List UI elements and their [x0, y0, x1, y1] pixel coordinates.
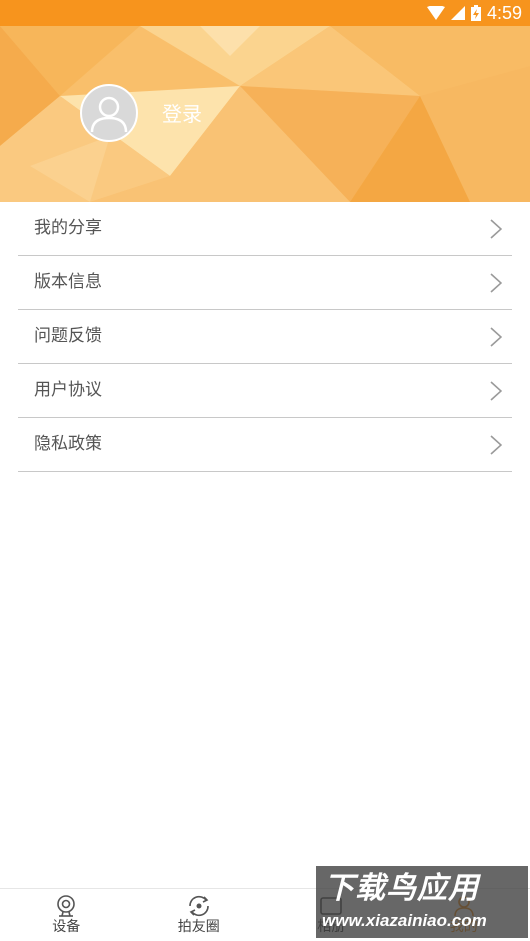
chevron-right-icon — [490, 273, 502, 293]
menu-item-label: 版本信息 — [34, 256, 102, 309]
profile-header: 登录 — [0, 26, 530, 202]
status-bar: 4:59 — [0, 0, 530, 26]
chevron-right-icon — [490, 381, 502, 401]
chevron-right-icon — [490, 435, 502, 455]
tab-devices[interactable]: 设备 — [0, 889, 133, 941]
menu-item-label: 我的分享 — [34, 202, 102, 255]
wifi-icon — [427, 6, 445, 20]
watermark-title: 下载鸟应用 — [324, 870, 479, 908]
status-indicators: 4:59 — [427, 0, 522, 26]
menu-item-label: 隐私政策 — [34, 418, 102, 471]
tab-friends-circle[interactable]: 拍友圈 — [133, 889, 266, 941]
watermark-url: www.xiazainiao.com — [322, 910, 487, 932]
friends-circle-icon — [186, 894, 212, 918]
user-avatar-icon — [82, 86, 136, 140]
status-time: 4:59 — [487, 0, 522, 26]
chevron-right-icon — [490, 219, 502, 239]
menu-item-privacy-policy[interactable]: 隐私政策 — [18, 418, 512, 472]
avatar[interactable] — [80, 84, 138, 142]
menu-item-user-agreement[interactable]: 用户协议 — [18, 364, 512, 418]
chevron-right-icon — [490, 327, 502, 347]
menu-item-version-info[interactable]: 版本信息 — [18, 256, 512, 310]
menu-item-feedback[interactable]: 问题反馈 — [18, 310, 512, 364]
menu-item-my-shares[interactable]: 我的分享 — [18, 202, 512, 256]
tab-label: 设备 — [0, 918, 133, 936]
menu-item-label: 问题反馈 — [34, 310, 102, 363]
cellular-signal-icon — [451, 6, 465, 20]
login-link[interactable]: 登录 — [162, 100, 202, 128]
battery-charging-icon — [471, 5, 481, 21]
camera-icon — [53, 894, 79, 918]
tab-label: 拍友圈 — [133, 918, 266, 936]
settings-menu: 我的分享 版本信息 问题反馈 用户协议 隐私政策 — [18, 202, 512, 472]
menu-item-label: 用户协议 — [34, 364, 102, 417]
watermark: 下载鸟应用 www.xiazainiao.com — [316, 866, 528, 938]
